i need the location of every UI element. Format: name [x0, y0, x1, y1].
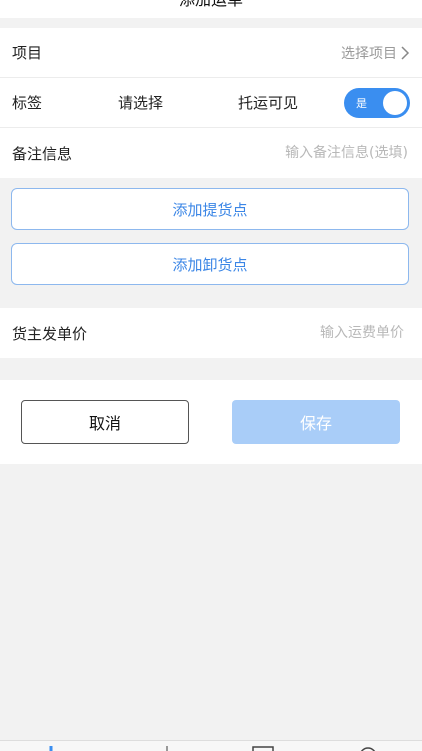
page-title: 添加运单 — [0, 0, 422, 10]
shipper-price-label: 货主发单价 — [12, 324, 88, 343]
home-icon[interactable] — [44, 746, 58, 751]
project-value: 选择项目 — [341, 45, 397, 62]
cancel-button[interactable]: 取消 — [21, 400, 189, 444]
add-pickup-button[interactable]: 添加提货点 — [11, 188, 409, 230]
chevron-right-icon — [401, 45, 410, 60]
carrier-visible-toggle[interactable]: 是 — [344, 87, 410, 118]
tab-bar — [0, 740, 422, 751]
form-card: 项目 选择项目 标签 请选择 托运可见 是 备注信息 — [0, 28, 422, 178]
price-card: 货主发单价 — [0, 308, 422, 358]
remark-input[interactable] — [206, 144, 410, 162]
toggle-knob — [383, 90, 407, 115]
tag-label: 标签 — [12, 94, 43, 112]
remark-label: 备注信息 — [12, 144, 73, 163]
project-row[interactable]: 项目 选择项目 — [0, 28, 422, 78]
add-unload-button[interactable]: 添加卸货点 — [11, 243, 409, 285]
carrier-visible-label: 托运可见 — [238, 94, 299, 112]
navbar: 添加运单 — [0, 0, 422, 18]
tag-selector[interactable]: 请选择 — [118, 92, 163, 113]
shipper-price-input[interactable] — [202, 324, 406, 342]
user-icon[interactable] — [358, 746, 378, 751]
remark-row: 备注信息 — [0, 128, 422, 178]
toggle-text: 是 — [356, 96, 367, 110]
tag-row: 标签 请选择 托运可见 是 — [0, 78, 422, 128]
message-icon[interactable] — [252, 746, 274, 751]
project-selector[interactable]: 选择项目 — [341, 43, 410, 63]
waybill-icon[interactable] — [160, 746, 174, 751]
save-button[interactable]: 保存 — [232, 400, 400, 444]
project-label: 项目 — [12, 44, 43, 62]
shipper-price-row: 货主发单价 — [0, 308, 422, 358]
